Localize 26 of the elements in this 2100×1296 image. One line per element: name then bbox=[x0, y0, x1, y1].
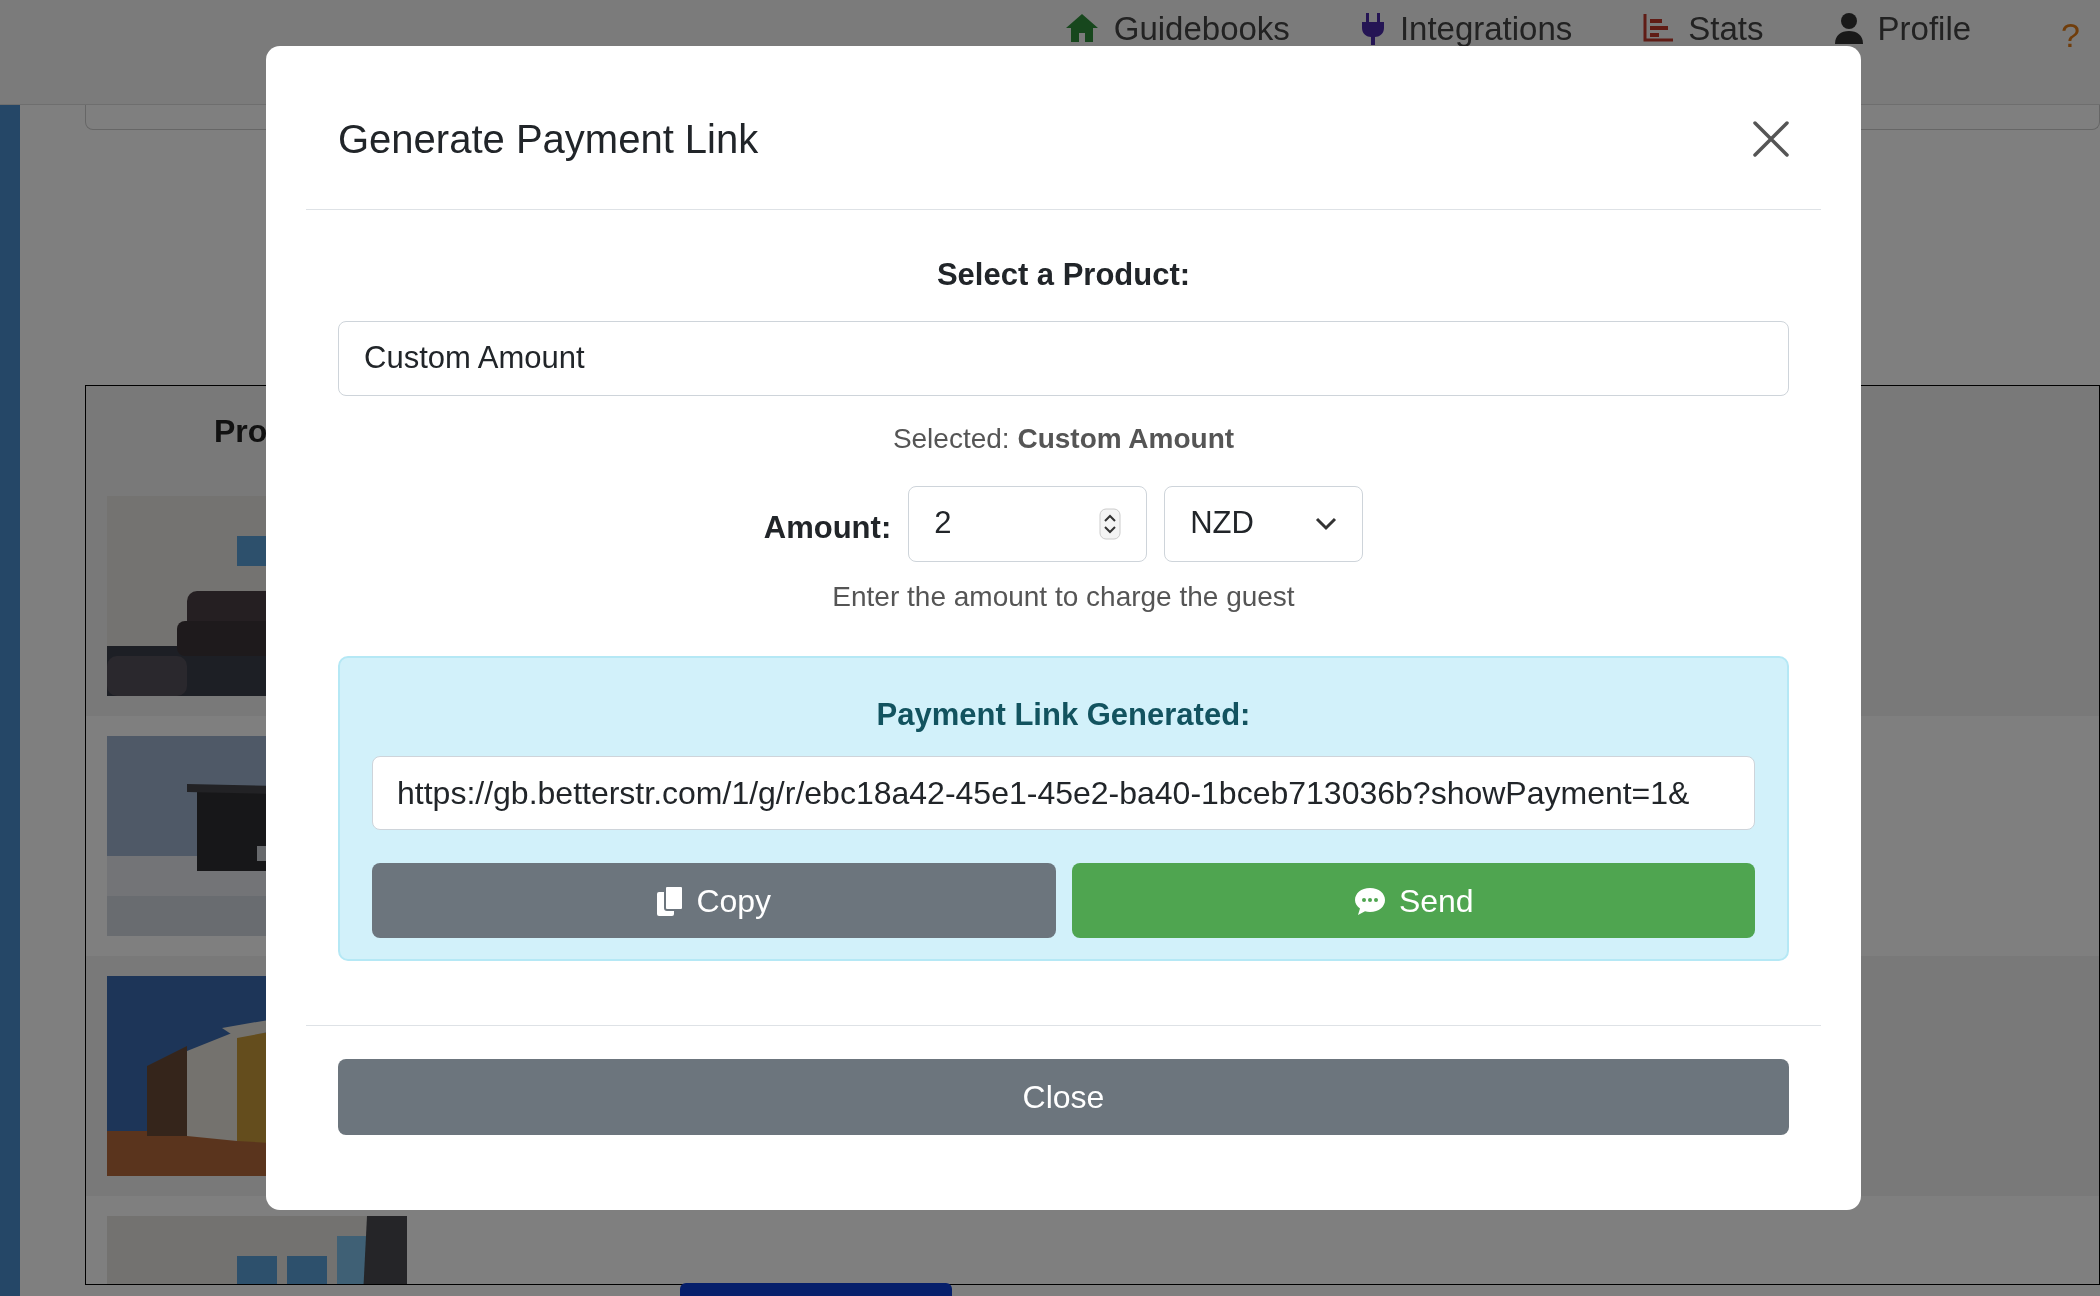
table-header: Pro bbox=[214, 412, 268, 451]
selected-text: Selected: Custom Amount bbox=[892, 421, 1235, 456]
nav-link[interactable]: Integrations bbox=[1399, 11, 1573, 45]
amount-field[interactable]: 2 bbox=[908, 485, 1148, 562]
product-field[interactable]: Custom Amount bbox=[338, 320, 1789, 396]
nav-link[interactable]: Guidebooks bbox=[1113, 11, 1290, 45]
amount-hint: Enter the amount to charge the guest bbox=[832, 579, 1295, 614]
product-label: Select a Product: bbox=[936, 256, 1191, 294]
dialog-title: Generate Payment Link bbox=[338, 116, 759, 163]
nav-link[interactable]: Stats bbox=[1688, 11, 1764, 45]
copy-icon bbox=[656, 884, 685, 917]
close-icon[interactable] bbox=[1753, 121, 1789, 157]
plug-icon bbox=[1359, 12, 1386, 46]
send-button[interactable]: Send bbox=[1071, 863, 1755, 938]
spinner-icon[interactable] bbox=[1099, 507, 1122, 540]
nav-link[interactable]: Profile bbox=[1877, 11, 1972, 45]
chat-bubble-icon bbox=[1352, 885, 1387, 916]
chevron-down-icon bbox=[1315, 516, 1338, 531]
amount-label: Amount: bbox=[763, 509, 892, 547]
currency-select[interactable]: NZD bbox=[1164, 485, 1364, 562]
link-title: Payment Link Generated: bbox=[876, 695, 1251, 734]
bar-chart-icon bbox=[1642, 13, 1675, 43]
person-icon bbox=[1833, 12, 1864, 44]
close-button[interactable]: Close bbox=[338, 1058, 1789, 1135]
link-field[interactable]: https://gb.betterstr.com/1/g/r/ebc18a42-45e1-45e2-ba40-1bceb713036b?showPayment=1& bbox=[372, 756, 1755, 830]
copy-button[interactable]: Copy bbox=[372, 863, 1056, 938]
